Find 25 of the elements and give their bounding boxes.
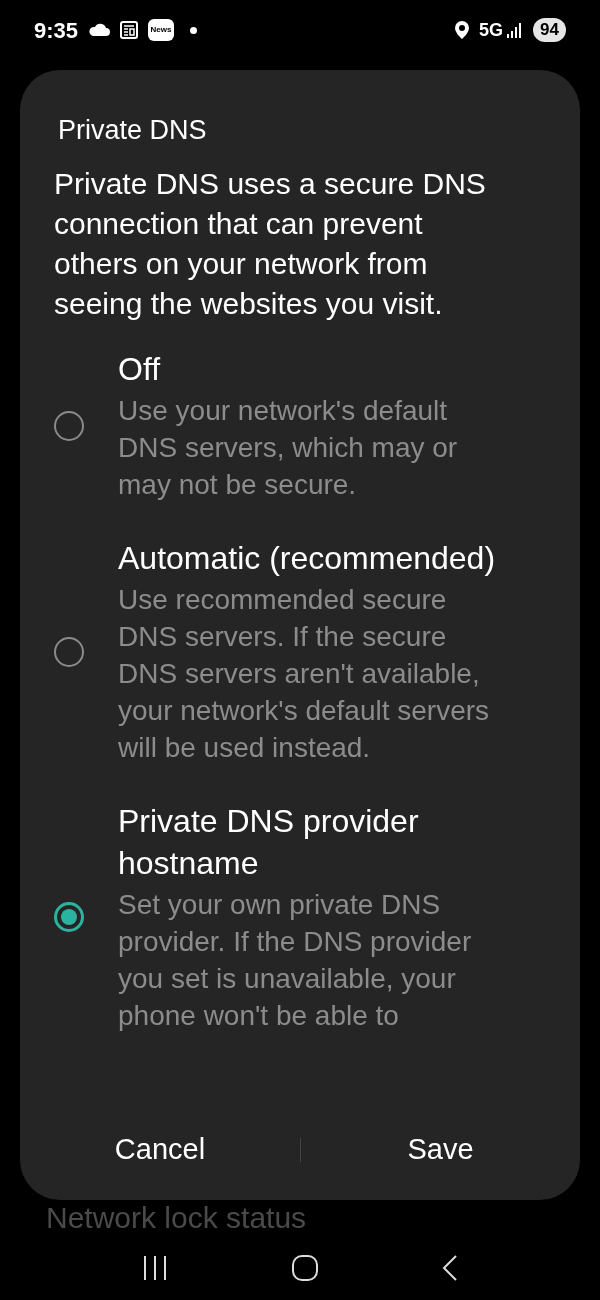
home-icon[interactable]	[292, 1255, 318, 1281]
cloud-icon	[88, 23, 111, 37]
cancel-button[interactable]: Cancel	[104, 1122, 216, 1178]
dialog-title: Private DNS	[58, 114, 208, 146]
battery-level: 94	[533, 18, 566, 42]
option-description: Use recommended secure DNS servers. If the secure DNS servers aren't available, your network's default servers will be used instead.	[118, 583, 491, 765]
option-description: Use your network's default DNS servers, which may or may not be secure.	[118, 394, 459, 502]
save-button[interactable]: Save	[397, 1122, 484, 1178]
option-description: Set your own private DNS provider. If the DNS provider you set is unavailable, your phone won't be able to	[118, 888, 473, 1033]
network-lock-status-item: Network lock status	[45, 1200, 308, 1236]
network-type: 5G	[479, 18, 504, 42]
back-icon[interactable]	[442, 1255, 458, 1281]
radio-button[interactable]	[54, 636, 84, 667]
option-title[interactable]: Off	[118, 348, 503, 390]
news-badge: News	[148, 19, 175, 41]
clock: 9:35	[34, 16, 79, 45]
dialog-description: Private DNS uses a secure DNS connection that can prevent others on your network from seeing the websites you visit.	[54, 166, 487, 322]
location-pin-icon	[455, 21, 470, 39]
radio-button[interactable]	[54, 410, 84, 441]
option-title[interactable]: Automatic (recommended)	[118, 537, 503, 579]
radio-button[interactable]	[54, 902, 84, 932]
signal-icon	[507, 22, 524, 38]
newspaper-icon	[120, 21, 139, 39]
option-title[interactable]: Private DNS provider hostname	[118, 800, 503, 884]
recent-apps-icon[interactable]	[142, 1255, 168, 1281]
